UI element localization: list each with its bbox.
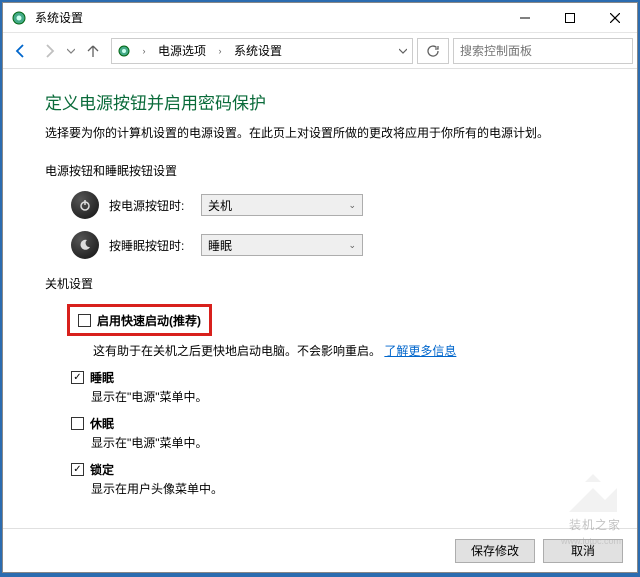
sleep-desc: 显示在"电源"菜单中。 xyxy=(91,388,609,405)
nav-bar: › 电源选项 › 系统设置 xyxy=(3,33,637,69)
breadcrumb[interactable]: › 电源选项 › 系统设置 xyxy=(111,38,413,64)
fast-startup-desc: 这有助于在关机之后更快地启动电脑。不会影响重启。 了解更多信息 xyxy=(93,342,609,359)
power-icon xyxy=(71,191,99,219)
section-shutdown-title: 关机设置 xyxy=(45,275,609,292)
chevron-down-icon: ⌄ xyxy=(348,200,356,211)
section-buttons-title: 电源按钮和睡眠按钮设置 xyxy=(45,162,609,179)
sleep-button-label: 按睡眠按钮时: xyxy=(109,237,201,254)
fast-startup-label: 启用快速启动(推荐) xyxy=(97,312,201,329)
window-title: 系统设置 xyxy=(35,9,502,26)
learn-more-link[interactable]: 了解更多信息 xyxy=(384,344,456,358)
chevron-right-icon[interactable]: › xyxy=(136,46,152,56)
save-button[interactable]: 保存修改 xyxy=(455,539,535,563)
app-icon xyxy=(11,10,27,26)
lock-checkbox[interactable] xyxy=(71,463,84,476)
footer: 保存修改 取消 xyxy=(3,528,637,572)
page-heading: 定义电源按钮并启用密码保护 xyxy=(45,89,609,114)
sleep-checkbox[interactable] xyxy=(71,371,84,384)
breadcrumb-icon xyxy=(112,43,136,59)
chevron-right-icon[interactable]: › xyxy=(212,46,228,56)
breadcrumb-system-settings[interactable]: 系统设置 xyxy=(228,39,288,63)
lock-label: 锁定 xyxy=(90,461,114,478)
hibernate-label: 休眠 xyxy=(90,415,114,432)
cancel-button[interactable]: 取消 xyxy=(543,539,623,563)
moon-icon xyxy=(71,231,99,259)
lock-desc: 显示在用户头像菜单中。 xyxy=(91,480,609,497)
sleep-button-row: 按睡眠按钮时: 睡眠 ⌄ xyxy=(71,231,609,259)
titlebar: 系统设置 xyxy=(3,3,637,33)
sleep-button-value: 睡眠 xyxy=(208,237,232,254)
hibernate-checkbox[interactable] xyxy=(71,417,84,430)
search-input[interactable] xyxy=(453,38,633,64)
power-button-row: 按电源按钮时: 关机 ⌄ xyxy=(71,191,609,219)
breadcrumb-power-options[interactable]: 电源选项 xyxy=(152,39,212,63)
fast-startup-checkbox[interactable] xyxy=(78,314,91,327)
back-button[interactable] xyxy=(7,37,35,65)
sleep-button-dropdown[interactable]: 睡眠 ⌄ xyxy=(201,234,363,256)
close-button[interactable] xyxy=(592,3,637,33)
hibernate-desc: 显示在"电源"菜单中。 xyxy=(91,434,609,451)
fast-startup-highlight: 启用快速启动(推荐) xyxy=(67,304,212,336)
recent-dropdown[interactable] xyxy=(63,37,79,65)
power-button-label: 按电源按钮时: xyxy=(109,197,201,214)
power-button-value: 关机 xyxy=(208,197,232,214)
maximize-button[interactable] xyxy=(547,3,592,33)
chevron-down-icon: ⌄ xyxy=(348,240,356,251)
page-description: 选择要为你的计算机设置的电源设置。在此页上对设置所做的更改将应用于你所有的电源计… xyxy=(45,124,609,142)
content-area: 定义电源按钮并启用密码保护 选择要为你的计算机设置的电源设置。在此页上对设置所做… xyxy=(3,69,637,528)
breadcrumb-dropdown[interactable] xyxy=(392,47,412,55)
sleep-label: 睡眠 xyxy=(90,369,114,386)
minimize-button[interactable] xyxy=(502,3,547,33)
forward-button xyxy=(35,37,63,65)
up-button[interactable] xyxy=(79,37,107,65)
refresh-button[interactable] xyxy=(417,38,449,64)
power-button-dropdown[interactable]: 关机 ⌄ xyxy=(201,194,363,216)
